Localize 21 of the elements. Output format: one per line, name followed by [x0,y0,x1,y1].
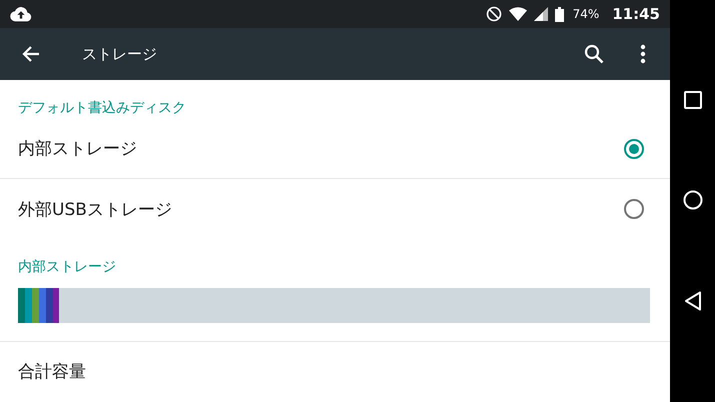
back-arrow-icon[interactable] [22,45,40,63]
page-title: ストレージ [82,44,157,64]
section-header: デフォルト書込みディスク [17,99,187,118]
recent-apps-icon[interactable] [684,90,702,109]
option-label[interactable]: 内部ストレージ [18,137,624,160]
radio-button[interactable] [624,199,644,219]
back-icon[interactable] [684,291,702,312]
clock: 11:45 [612,5,660,23]
option-label[interactable]: 外部USBストレージ [18,198,624,220]
do-not-disturb-icon [486,6,502,22]
section-header: 内部ストレージ [17,258,117,277]
home-icon[interactable] [682,190,702,210]
signal-icon [534,7,548,21]
more-options-icon[interactable] [640,44,646,64]
search-icon[interactable] [584,44,604,64]
cloud-upload-icon [10,6,32,22]
battery-icon [554,6,564,22]
total-capacity-label: 合計容量 [18,362,86,382]
wifi-icon [508,7,527,21]
battery-percentage: 74% [572,7,600,21]
radio-button[interactable] [624,138,644,158]
